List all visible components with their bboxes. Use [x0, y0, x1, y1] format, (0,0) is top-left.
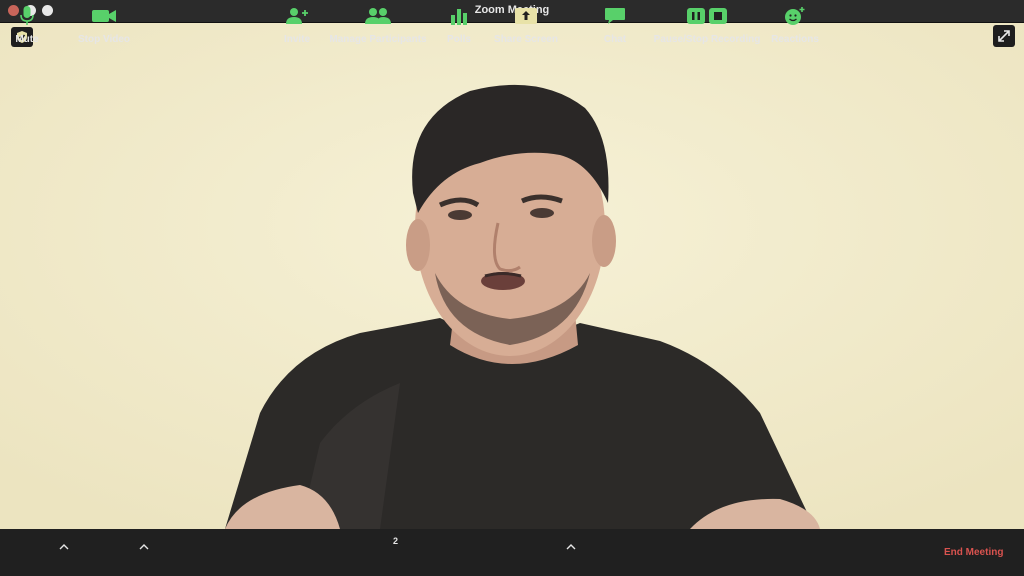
chat-button[interactable]: Chat: [600, 4, 630, 46]
share-options-caret[interactable]: [565, 541, 577, 553]
pause-stop-icon: [687, 8, 727, 24]
add-user-icon: [286, 8, 308, 24]
polls-label: Polls: [447, 34, 471, 45]
participant-video-image: [0, 23, 1024, 529]
smiley-add-icon: [785, 7, 805, 25]
polls-button[interactable]: Polls: [446, 4, 472, 46]
participant-video: [0, 23, 1024, 529]
video-camera-icon: [92, 10, 116, 22]
share-screen-icon: [515, 8, 537, 24]
chevron-up-icon: [139, 544, 149, 550]
reactions-button[interactable]: Reactions: [771, 4, 819, 46]
chevron-up-icon: [59, 544, 69, 550]
audio-options-caret[interactable]: [58, 541, 70, 553]
stop-video-button[interactable]: Stop Video: [76, 4, 132, 46]
manage-participants-button[interactable]: Manage Participants: [329, 4, 427, 46]
fullscreen-icon: [998, 30, 1010, 42]
participants-count-badge: 2: [393, 536, 399, 546]
chat-bubble-icon: [605, 8, 625, 24]
invite-label: Invite: [283, 34, 311, 45]
bar-chart-icon: [451, 9, 467, 25]
manage-participants-label: Manage Participants: [329, 34, 427, 45]
reactions-label: Reactions: [771, 34, 819, 45]
participants-icon: [365, 8, 391, 24]
chevron-up-icon: [566, 544, 576, 550]
video-options-caret[interactable]: [138, 541, 150, 553]
meeting-toolbar: [0, 529, 1024, 576]
mute-label: Mute: [15, 34, 39, 45]
invite-button[interactable]: Invite: [281, 4, 313, 46]
share-screen-button[interactable]: Share Screen: [494, 4, 558, 46]
pause-stop-recording-label: Pause/Stop Recording: [653, 34, 761, 45]
mute-button[interactable]: Mute: [10, 4, 44, 46]
chat-label: Chat: [603, 34, 627, 45]
stop-video-label: Stop Video: [77, 34, 131, 45]
microphone-icon: [20, 6, 34, 25]
fullscreen-button[interactable]: [993, 25, 1015, 47]
end-meeting-button[interactable]: End Meeting: [944, 547, 1003, 558]
pause-stop-recording-button[interactable]: Pause/Stop Recording: [654, 4, 760, 46]
share-screen-label: Share Screen: [494, 34, 558, 45]
